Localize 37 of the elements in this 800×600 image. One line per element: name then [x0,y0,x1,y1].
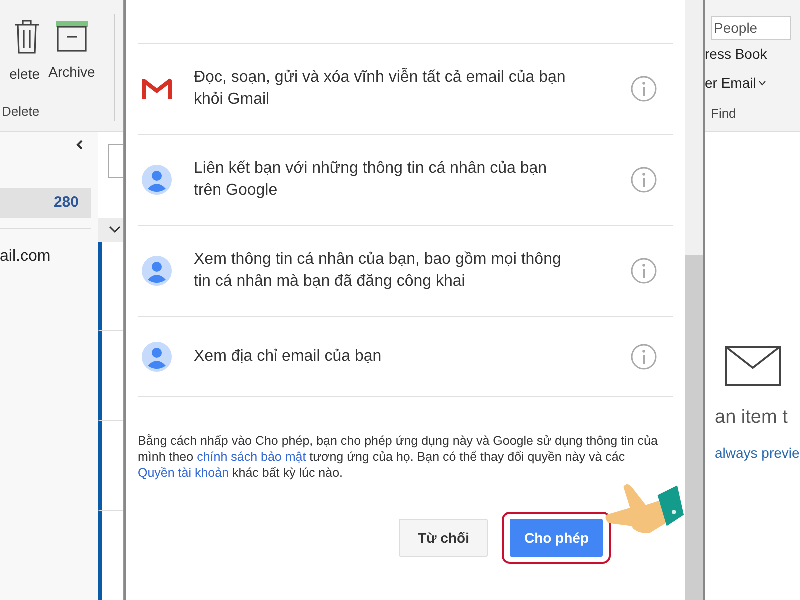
group-label: Find [711,105,738,123]
search-people-field[interactable]: People [711,16,791,40]
archive-button[interactable]: Archive [44,20,100,102]
person-icon [142,342,172,372]
permission-text: Xem địa chỉ email của bạn [194,346,383,366]
preview-link[interactable]: always previe [715,442,800,464]
consent-notice: Bằng cách nhấp vào Cho phép, bạn cho phép ứng dụng này và Google sử dụng thông tin của mình theo chính sách bảo mật tương ứng của họ. Bạn có thể thay đổi quyền này và các Quyền tài khoản khác bất kỳ lúc nào. [138,433,659,481]
person-icon [142,165,172,195]
chevron-down-icon [759,81,766,86]
address-book-button[interactable]: ress Book [705,44,800,65]
allow-button[interactable]: Cho phép [510,519,603,557]
notice-link[interactable]: Quyền tài khoản [138,466,230,480]
person-icon [142,256,172,286]
info-icon[interactable] [631,167,657,193]
scrollbar-thumb[interactable] [685,255,703,600]
permission-text: Liên kết bạn với những thông tin cá nhân của bạn trên Google [194,159,548,201]
notice-link[interactable]: chính sách bảo mật [197,450,306,464]
collapse-icon[interactable] [76,140,84,150]
info-icon[interactable] [631,76,657,102]
group-label: Delete [1,103,41,121]
permission-text: Đọc, soạn, gửi và xóa vĩnh viễn tất cả email của bạn khỏi Gmail [194,67,567,110]
info-icon[interactable] [631,258,657,284]
search-field[interactable] [108,144,123,178]
archive-icon [55,20,89,52]
trash-icon [14,20,40,54]
chevron-down-icon[interactable] [109,226,121,234]
deny-button[interactable]: Từ chối [399,519,488,557]
permission-text: Xem thông tin cá nhân của bạn, bao gồm mọi thông tin cá nhân mà bạn đã đăng công khai [194,250,562,292]
folder-item[interactable]: 280 [0,188,91,218]
filter-email-button[interactable]: er Email [705,73,756,94]
account-name[interactable]: ail.com [0,245,98,269]
scrollbar[interactable] [685,0,703,600]
gmail-icon [142,78,172,100]
delete-button[interactable]: elete [0,20,40,102]
info-icon[interactable] [631,344,657,370]
reading-pane-message: an item t [715,406,788,430]
envelope-icon [725,346,781,386]
